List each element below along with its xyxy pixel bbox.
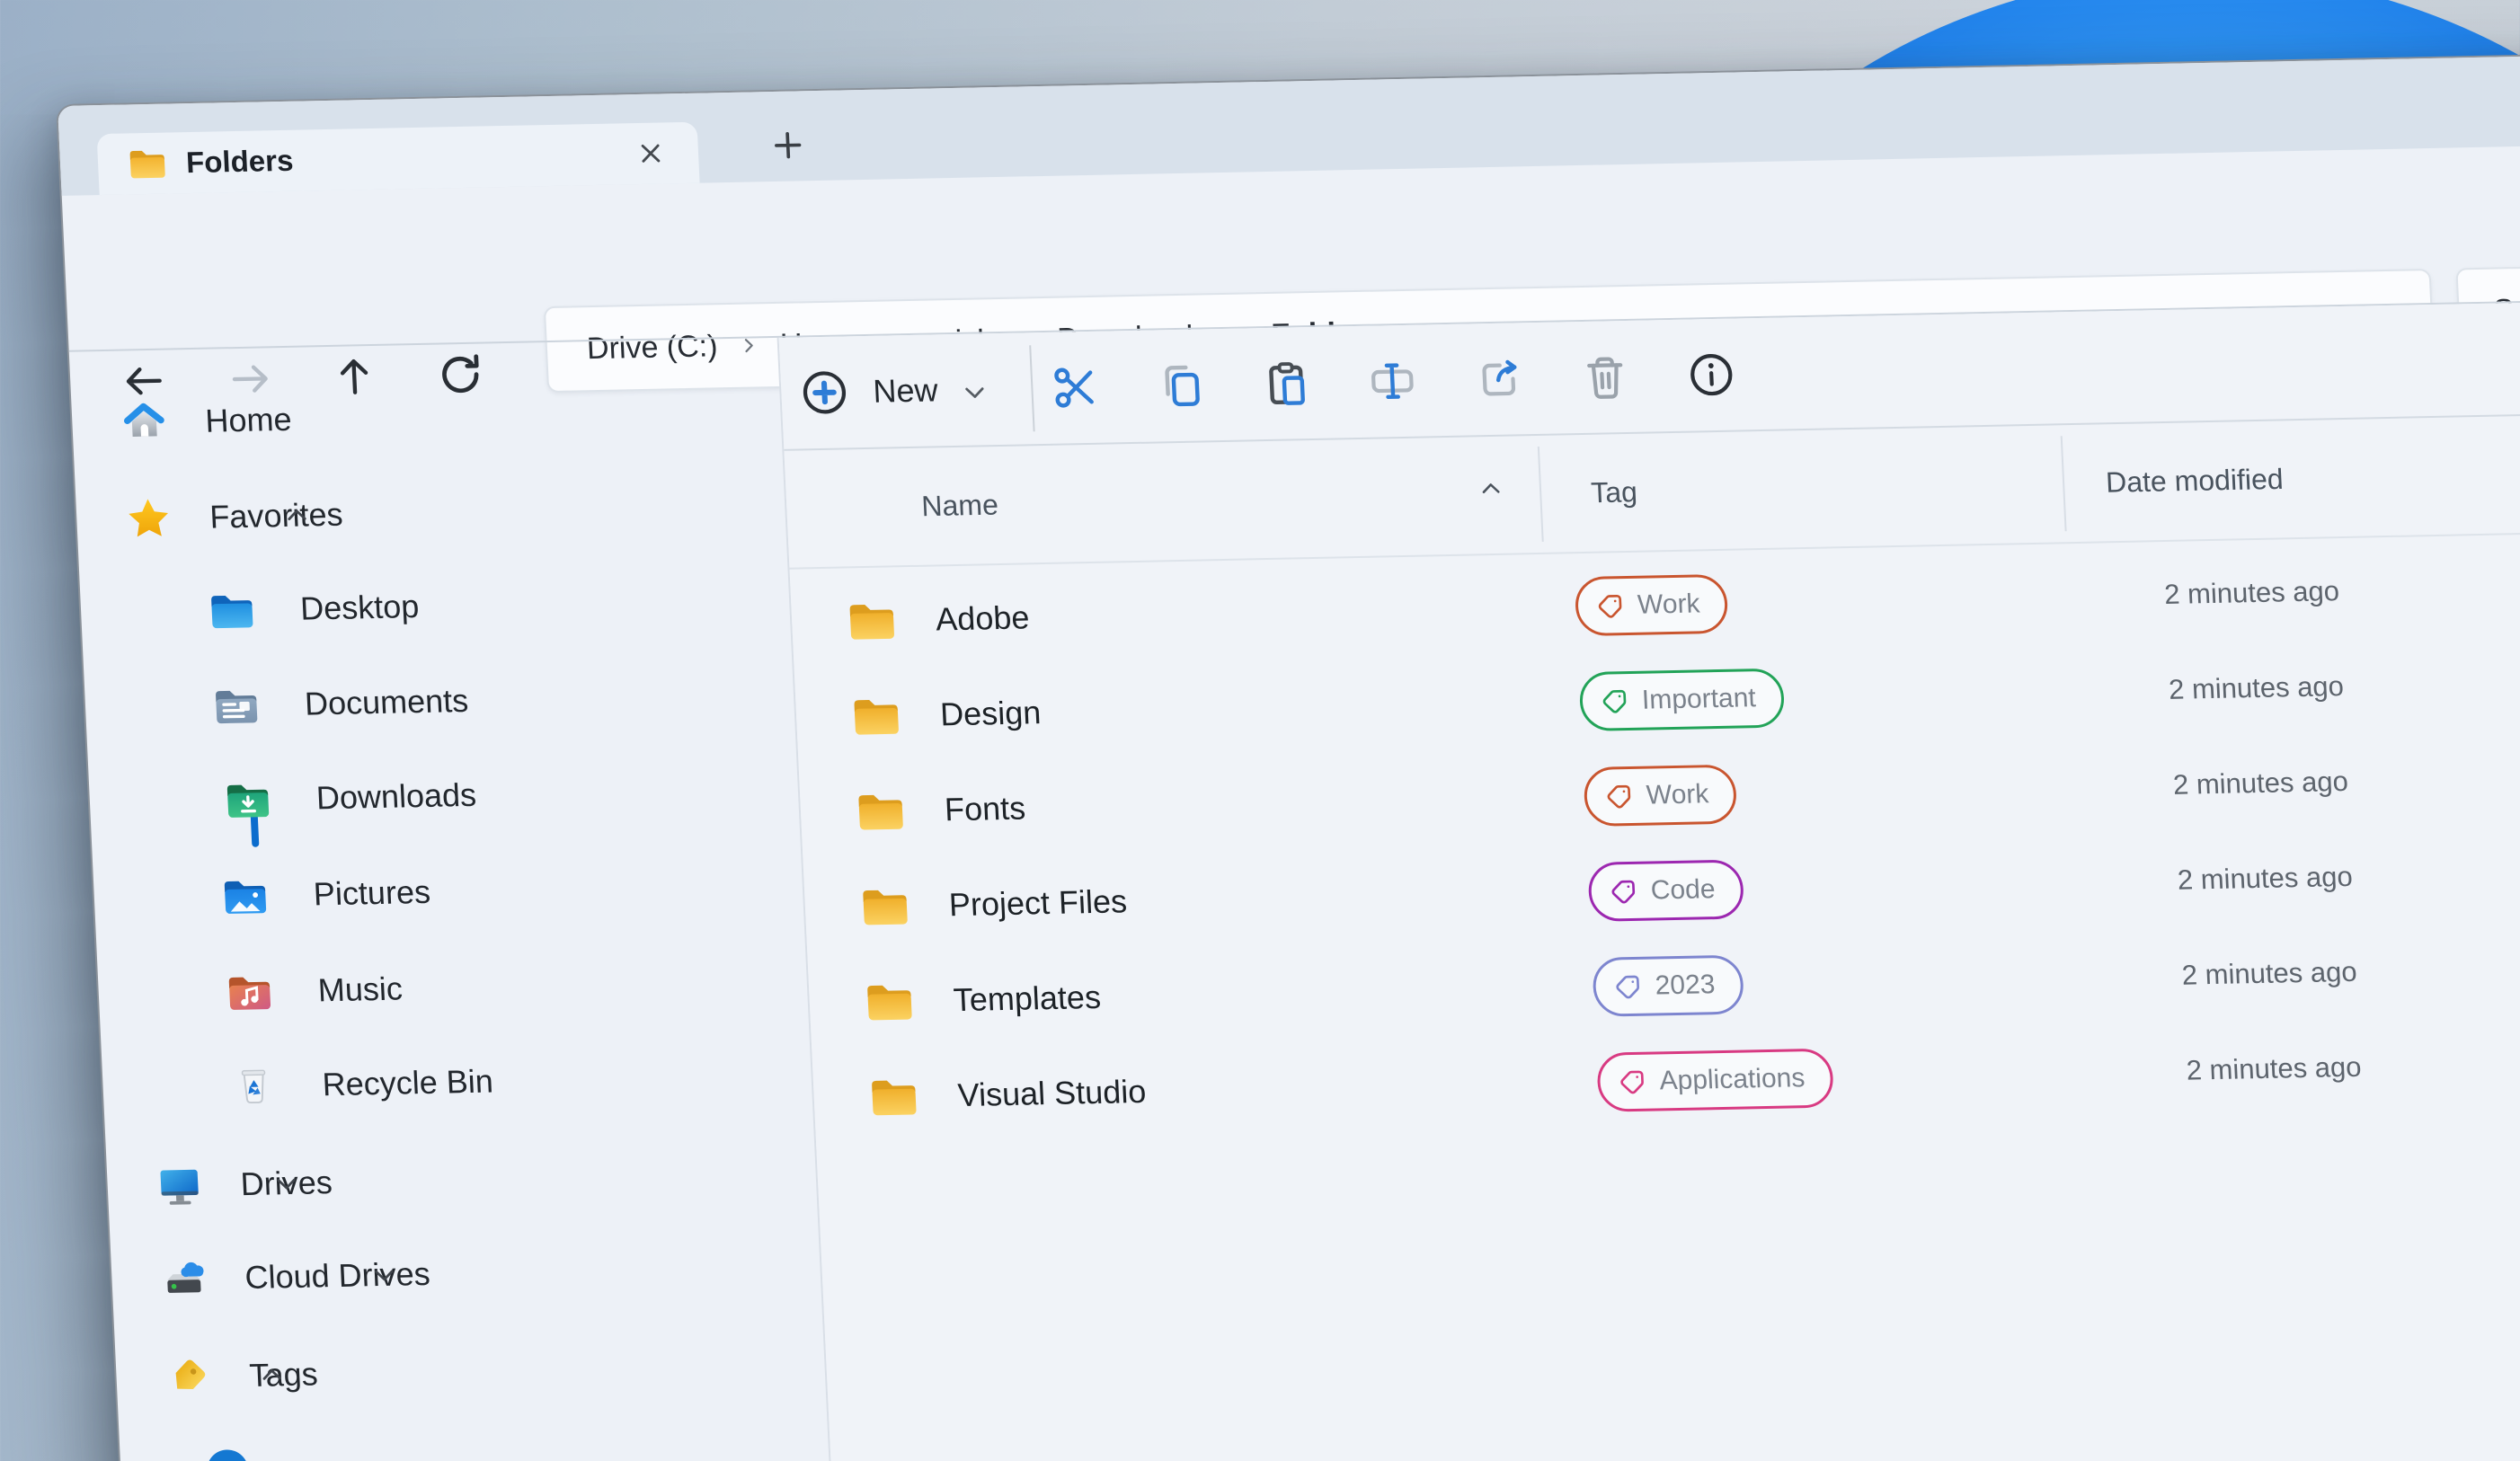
folder-icon — [867, 1075, 921, 1119]
cloud-drive-icon — [159, 1255, 208, 1303]
column-divider[interactable] — [2061, 436, 2067, 531]
sidebar: Home Favorites Desktop — [69, 338, 833, 1461]
recycle-bin-icon — [228, 1062, 280, 1110]
sidebar-item-label: Home — [204, 401, 292, 440]
date-modified: 2 minutes ago — [2081, 670, 2345, 708]
music-icon — [224, 968, 276, 1015]
file-list: Adobe Work 2 minutes ago Design Importan… — [790, 536, 2520, 1146]
column-header-tag[interactable]: Tag — [1590, 475, 1637, 509]
new-button[interactable]: New — [797, 333, 991, 448]
documents-icon — [210, 682, 262, 730]
monitor-icon — [155, 1162, 204, 1209]
chevron-down-icon[interactable] — [272, 1170, 300, 1198]
tag-glyph-icon — [1613, 972, 1643, 1002]
paste-icon[interactable] — [1260, 358, 1313, 409]
folder-icon — [845, 598, 899, 642]
tab-title: Folders — [185, 144, 294, 180]
tag-label: Work — [1646, 779, 1709, 810]
date-modified: 2 minutes ago — [2099, 1051, 2363, 1089]
tag-color-dot — [206, 1449, 249, 1461]
column-header-name[interactable]: Name — [921, 489, 999, 524]
plus-circle-icon — [798, 367, 851, 418]
tag-pill[interactable]: Applications — [1596, 1049, 1834, 1112]
sidebar-item-label: Music — [317, 970, 404, 1009]
date-modified: 2 minutes ago — [2094, 956, 2358, 994]
folder-icon — [126, 146, 169, 182]
info-icon[interactable] — [1685, 350, 1738, 401]
sidebar-item-label: Pictures — [313, 873, 431, 914]
folder-icon — [854, 789, 908, 833]
tag-label: Important — [1641, 683, 1756, 716]
desktop-folder-icon — [206, 587, 258, 634]
new-tab-icon[interactable] — [768, 125, 809, 165]
sidebar-item-music[interactable]: Music — [96, 933, 809, 1042]
app-window: Folders Drive (C:) Users yaich Downloads… — [56, 52, 2520, 1461]
column-divider[interactable] — [1538, 447, 1544, 542]
sidebar-item-drives[interactable]: Drives — [105, 1125, 818, 1235]
rename-icon[interactable] — [1366, 356, 1419, 407]
tag-pill[interactable]: 2023 — [1592, 955, 1744, 1017]
sidebar-item-desktop[interactable]: Desktop — [79, 552, 792, 661]
tag-icon — [164, 1353, 212, 1401]
new-button-label: New — [872, 371, 938, 410]
tag-glyph-icon — [1604, 782, 1634, 811]
sidebar-item-label: Cloud Drives — [244, 1255, 431, 1297]
sidebar-item-label: Desktop — [299, 588, 420, 628]
sidebar-item-tags[interactable]: Tags — [114, 1316, 827, 1426]
tag-label: 2023 — [1655, 970, 1716, 1001]
tag-pill[interactable]: Code — [1587, 860, 1744, 922]
tag-glyph-icon — [1600, 686, 1629, 716]
tag-label: Work — [1637, 589, 1700, 620]
file-name: Project Files — [948, 882, 1128, 924]
chevron-up-icon[interactable] — [283, 501, 311, 529]
file-name: Fonts — [944, 790, 1026, 829]
tag-pill[interactable]: Work — [1575, 574, 1729, 636]
column-header-date-modified[interactable]: Date modified — [2105, 463, 2284, 500]
tag-label: Code — [1650, 874, 1716, 906]
sidebar-item-home[interactable]: Home — [70, 362, 783, 472]
tag-pill[interactable]: Work — [1583, 765, 1737, 827]
sidebar-item-label: Recycle Bin — [322, 1062, 494, 1103]
folder-icon — [858, 884, 912, 928]
tag-glyph-icon — [1595, 591, 1625, 621]
tag-label: Applications — [1659, 1063, 1806, 1096]
home-icon — [120, 399, 168, 447]
chevron-down-icon[interactable] — [370, 1262, 398, 1289]
sidebar-item-favorites[interactable]: Favorites — [75, 458, 787, 568]
sidebar-item-pictures[interactable]: Pictures — [92, 837, 804, 947]
delete-icon[interactable] — [1579, 351, 1632, 403]
sidebar-item-downloads[interactable]: Downloads — [88, 741, 801, 851]
file-pane: New — [779, 300, 2520, 1461]
tag-pill[interactable]: Important — [1578, 669, 1785, 732]
copy-icon[interactable] — [1155, 359, 1208, 411]
folder-icon — [849, 694, 903, 738]
pictures-icon — [219, 872, 271, 919]
tag-glyph-icon — [1618, 1067, 1647, 1097]
date-modified: 2 minutes ago — [2076, 575, 2340, 613]
sidebar-item-label: Downloads — [315, 776, 477, 818]
share-icon[interactable] — [1473, 353, 1526, 404]
tag-glyph-icon — [1609, 877, 1638, 907]
date-modified: 2 minutes ago — [2090, 861, 2354, 899]
chevron-down-icon — [961, 378, 989, 406]
sidebar-item-label: Documents — [304, 682, 469, 723]
folder-icon — [863, 979, 917, 1023]
sidebar-item-label: Favorites — [209, 496, 343, 536]
file-name: Templates — [953, 978, 1102, 1019]
divider — [1029, 345, 1034, 431]
file-name: Visual Studio — [957, 1073, 1147, 1114]
cut-icon[interactable] — [1049, 362, 1102, 413]
file-name: Adobe — [935, 598, 1030, 638]
close-icon[interactable] — [634, 137, 667, 169]
chevron-up-icon[interactable] — [258, 1361, 286, 1389]
star-icon — [124, 495, 173, 543]
desktop: { "tab": { "title": "Folders" }, "breadc… — [0, 0, 2520, 1461]
file-name: Design — [939, 694, 1042, 733]
sidebar-item-recycle-bin[interactable]: Recycle Bin — [101, 1027, 813, 1137]
sidebar-item-cloud-drives[interactable]: Cloud Drives — [110, 1218, 822, 1328]
date-modified: 2 minutes ago — [2085, 766, 2349, 803]
sidebar-item-documents[interactable]: Documents — [84, 647, 796, 757]
sort-ascending-icon[interactable] — [1477, 476, 1504, 502]
downloads-folder-icon — [222, 775, 274, 823]
